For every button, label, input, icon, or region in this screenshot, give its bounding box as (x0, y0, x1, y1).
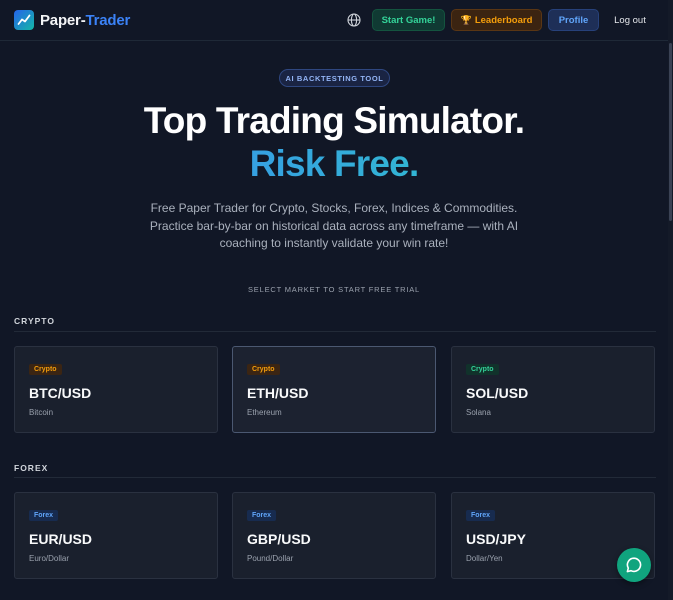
market-card-gbp-usd[interactable]: Forex GBP/USD Pound/Dollar (232, 492, 436, 579)
start-game-button[interactable]: Start Game! (372, 9, 445, 31)
market-name: Dollar/Yen (466, 554, 503, 563)
brand-name-part1: Paper- (40, 11, 86, 29)
logout-button[interactable]: Log out (607, 9, 653, 31)
market-pair: GBP/USD (247, 531, 311, 547)
hero-title-line1: Top Trading Simulator. (143, 100, 525, 141)
top-navigation-bar: Paper-Trader Start Game! 🏆 Leaderboard Pr… (0, 0, 673, 41)
market-card-sol-usd[interactable]: Crypto SOL/USD Solana (451, 346, 655, 433)
market-name: Ethereum (247, 408, 282, 417)
section-divider (14, 477, 656, 478)
section-divider (14, 331, 656, 332)
section-title-crypto: CRYPTO (14, 316, 55, 326)
section-title-forex: FOREX (14, 463, 49, 473)
market-name: Euro/Dollar (29, 554, 70, 563)
chat-bubble-icon (626, 557, 642, 573)
market-pair: EUR/USD (29, 531, 93, 547)
hero-title-line2: Risk Free. (0, 144, 668, 184)
market-pair: BTC/USD (29, 385, 92, 401)
market-tag: Forex (466, 510, 496, 521)
trend-chart-icon (14, 10, 34, 30)
market-name: Pound/Dollar (247, 554, 294, 563)
market-pair: ETH/USD (247, 385, 309, 401)
leaderboard-label: Leaderboard (474, 14, 533, 26)
leaderboard-button[interactable]: 🏆 Leaderboard (451, 9, 542, 31)
select-market-label: SELECT MARKET TO START FREE TRIAL (248, 285, 420, 294)
brand-name: Paper-Trader (40, 12, 130, 29)
market-tag: Crypto (29, 364, 62, 375)
globe-icon[interactable] (346, 12, 362, 28)
scrollbar-thumb[interactable] (669, 43, 672, 221)
scrollbar[interactable] (668, 0, 673, 600)
hero-subtitle: Free Paper Trader for Crypto, Stocks, Fo… (149, 201, 519, 250)
hero-badge: AI BACKTESTING TOOL (279, 69, 390, 87)
market-tag: Crypto (247, 364, 280, 375)
market-pair: USD/JPY (466, 531, 526, 547)
brand-name-part2: Trader (85, 11, 131, 29)
market-tag: Crypto (466, 364, 499, 375)
trophy-icon: 🏆 (460, 14, 472, 25)
market-card-eth-usd[interactable]: Crypto ETH/USD Ethereum (232, 346, 436, 433)
profile-button[interactable]: Profile (548, 9, 599, 31)
market-tag: Forex (29, 510, 59, 521)
market-card-btc-usd[interactable]: Crypto BTC/USD Bitcoin (14, 346, 218, 433)
market-pair: SOL/USD (466, 385, 529, 401)
market-name: Bitcoin (29, 408, 54, 417)
brand-logo[interactable]: Paper-Trader (14, 10, 130, 30)
market-card-eur-usd[interactable]: Forex EUR/USD Euro/Dollar (14, 492, 218, 579)
market-tag: Forex (247, 510, 277, 521)
market-name: Solana (466, 408, 491, 417)
chat-button[interactable] (617, 548, 651, 582)
